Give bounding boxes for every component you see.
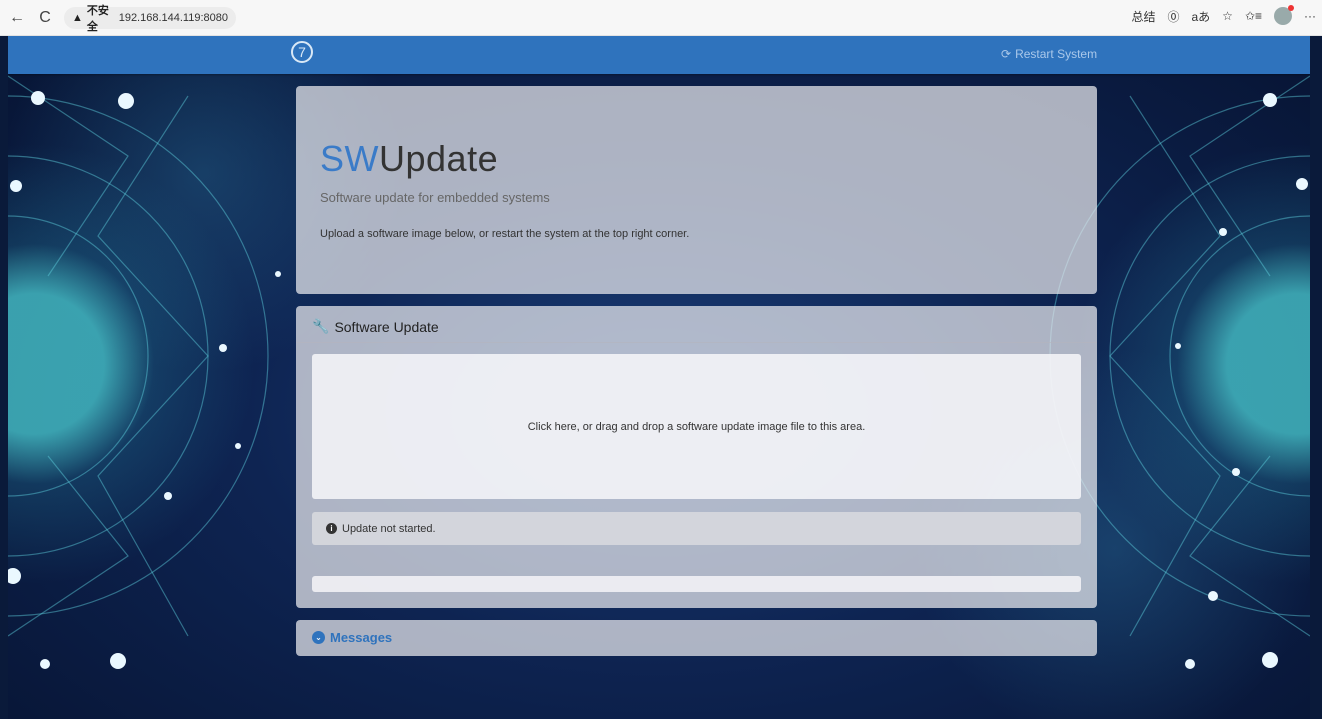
wrench-icon: 🔧	[312, 318, 330, 334]
page-subtitle: Software update for embedded systems	[320, 190, 550, 205]
restart-label: Restart System	[1015, 47, 1098, 61]
logo-icon[interactable]: 7	[291, 41, 313, 63]
page: 7 ⟳ Restart System SWUpdate Software upd…	[8, 36, 1310, 719]
security-label: 不安全	[86, 4, 109, 33]
browser-toolbar: ← C ▲ 不安全 192.168.144.119:8080 总结 ⓪ aあ ☆…	[0, 0, 1322, 36]
software-update-panel: 🔧 Software Update Click here, or drag an…	[296, 306, 1097, 608]
warning-icon: ▲	[72, 11, 83, 24]
favorite-icon[interactable]: ☆	[1222, 9, 1233, 23]
software-update-header: 🔧 Software Update	[312, 318, 439, 335]
update-status: i Update not started.	[312, 512, 1081, 545]
dropzone-text: Click here, or drag and drop a software …	[527, 420, 866, 433]
messages-panel[interactable]: ⌄ Messages	[296, 620, 1097, 656]
refresh-icon: ⟳	[1001, 47, 1012, 61]
restart-system-button[interactable]: ⟳ Restart System	[1001, 47, 1097, 61]
lead-text: Upload a software image below, or restar…	[320, 228, 690, 240]
address-bar[interactable]: ▲ 不安全 192.168.144.119:8080	[64, 5, 236, 33]
summary-button[interactable]: 总结	[1131, 8, 1155, 25]
chevron-down-icon: ⌄	[312, 631, 325, 644]
divider	[296, 342, 1097, 343]
top-navbar: 7 ⟳ Restart System	[8, 36, 1310, 74]
extension-icon[interactable]: ⓪	[1167, 8, 1179, 25]
software-update-title: Software Update	[334, 318, 439, 335]
refresh-icon[interactable]: C	[34, 7, 56, 29]
file-dropzone[interactable]: Click here, or drag and drop a software …	[312, 354, 1081, 499]
messages-toggle[interactable]: ⌄ Messages	[312, 630, 392, 645]
browser-actions: 总结 ⓪ aあ ☆ ✩≡ ···	[1131, 5, 1316, 25]
page-title: SWUpdate	[320, 138, 498, 180]
status-text: Update not started.	[342, 522, 436, 535]
favorites-list-icon[interactable]: ✩≡	[1245, 9, 1262, 23]
update-progress-bar	[312, 576, 1081, 592]
title-rest: Update	[379, 138, 499, 179]
back-icon[interactable]: ←	[6, 7, 28, 29]
title-accent: SW	[320, 138, 379, 179]
profile-avatar[interactable]	[1274, 5, 1294, 25]
more-menu-icon[interactable]: ···	[1304, 9, 1316, 23]
read-aloud-icon[interactable]: aあ	[1191, 8, 1210, 25]
jumbotron: SWUpdate Software update for embedded sy…	[296, 86, 1097, 294]
url-text: 192.168.144.119:8080	[118, 11, 228, 24]
info-icon: i	[326, 523, 337, 534]
messages-title: Messages	[330, 630, 393, 645]
